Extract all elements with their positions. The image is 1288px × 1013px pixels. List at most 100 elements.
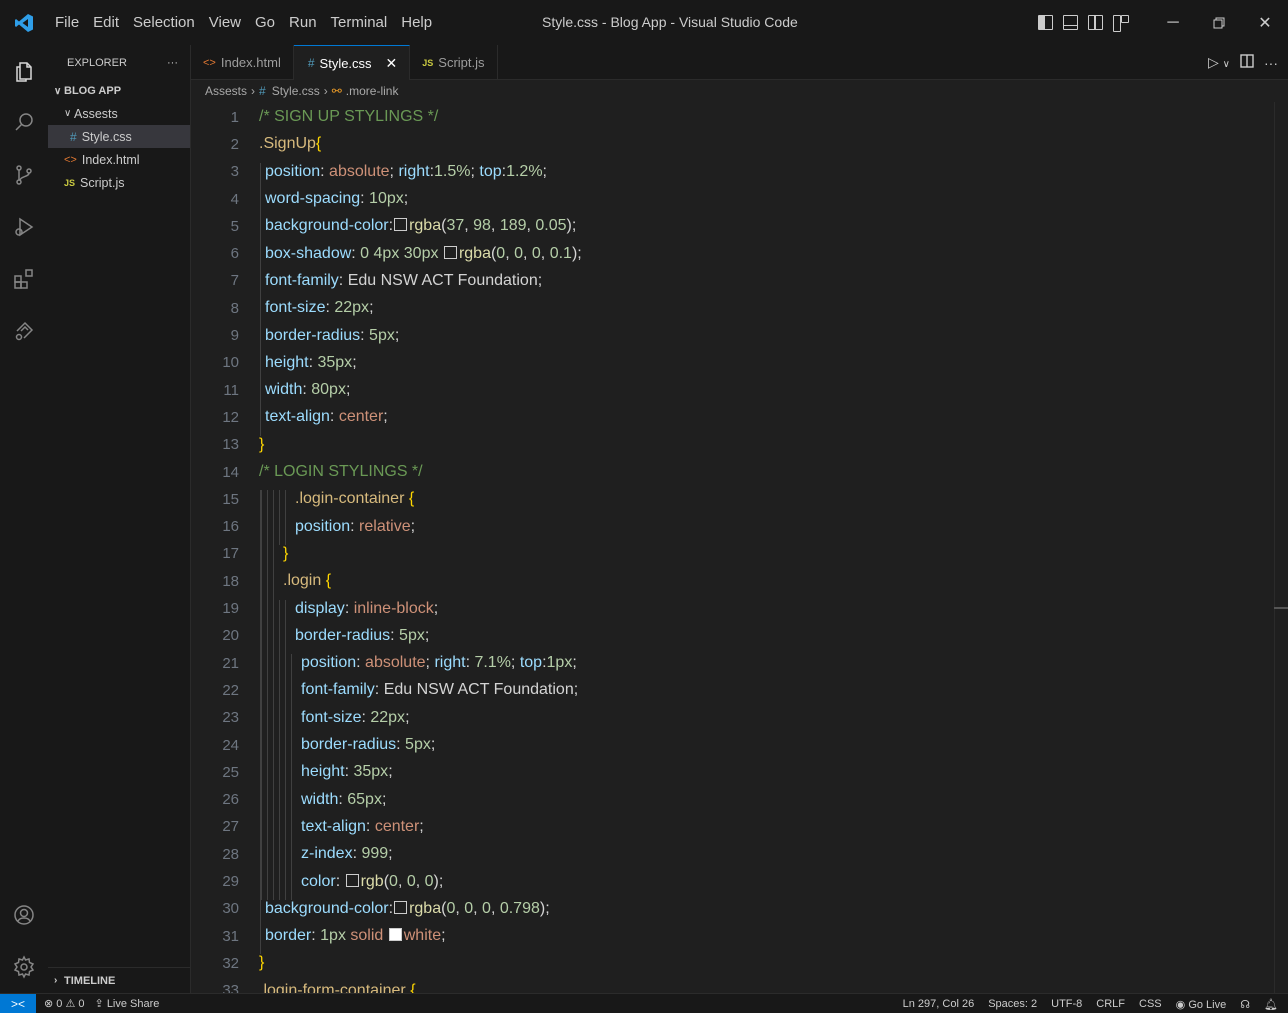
toggle-secondary-sidebar-icon[interactable] — [1088, 15, 1103, 30]
tree-folder-assests[interactable]: ∨ Assests — [48, 102, 190, 125]
split-editor-icon[interactable] — [1240, 54, 1254, 71]
code-line[interactable]: 23 font-size: 22px; — [191, 704, 1288, 737]
code-line[interactable]: 33 .login-form-container { — [191, 977, 1288, 993]
code-line[interactable]: 20 border-radius: 5px; — [191, 622, 1288, 655]
menu-edit[interactable]: Edit — [86, 0, 126, 45]
live-share-button[interactable]: ⇪ Live Share — [95, 997, 160, 1010]
code-line[interactable]: 30 background-color: rgba(0, 0, 0, 0.798); — [191, 895, 1288, 928]
code-line[interactable]: 12 text-align: center; — [191, 404, 1288, 436]
vscode-logo-icon[interactable] — [0, 0, 48, 45]
code-text: border-radius: 5px; — [259, 326, 399, 354]
close-window-button[interactable]: ✕ — [1242, 0, 1288, 45]
code-line[interactable]: 29 color: rgb(0, 0, 0); — [191, 868, 1288, 900]
remote-indicator[interactable]: >< — [0, 993, 36, 1013]
language-mode[interactable]: CSS — [1139, 998, 1162, 1010]
color-swatch[interactable] — [443, 245, 457, 259]
code-line[interactable]: 9 border-radius: 5px; — [191, 322, 1288, 354]
code-line[interactable]: 2 .SignUp{ — [191, 131, 1288, 158]
code-line[interactable]: 16 position: relative; — [191, 513, 1288, 545]
project-folder[interactable]: ∨ BLOG APP — [48, 80, 190, 102]
code-line[interactable]: 14 /* LOGIN STYLINGS */ — [191, 458, 1288, 485]
tree-file-style-css[interactable]: # Style.css — [48, 125, 190, 148]
breadcrumb-symbol[interactable]: .more-link — [346, 84, 399, 98]
close-tab-icon[interactable]: ✕ — [386, 55, 398, 72]
code-line[interactable]: 10 height: 35px; — [191, 349, 1288, 382]
menu-file[interactable]: File — [48, 0, 86, 45]
token-num: 1px — [546, 654, 573, 672]
code-line[interactable]: 22 font-family: Edu NSW ACT Foundation; — [191, 677, 1288, 709]
tree-file-script-js[interactable]: JS Script.js — [48, 171, 190, 194]
code-line[interactable]: 8 font-size: 22px; — [191, 295, 1288, 327]
code-line[interactable]: 11 width: 80px; — [191, 377, 1288, 409]
color-swatch[interactable] — [394, 218, 408, 232]
color-swatch[interactable] — [388, 928, 402, 942]
extensions-icon[interactable] — [0, 253, 48, 305]
problems-indicator[interactable]: ⊗ 0 ⚠ 0 — [44, 997, 85, 1010]
go-live-button[interactable]: ◉ Go Live — [1176, 998, 1227, 1011]
menu-help[interactable]: Help — [394, 0, 439, 45]
encoding[interactable]: UTF-8 — [1051, 998, 1082, 1010]
customize-layout-icon[interactable] — [1113, 15, 1129, 32]
explorer-more-actions[interactable]: ··· — [167, 57, 178, 69]
minimize-button[interactable]: ─ — [1150, 0, 1196, 45]
notifications-bell-icon[interactable]: 🔔︎ — [1264, 998, 1278, 1011]
end-of-line[interactable]: CRLF — [1096, 998, 1125, 1010]
menu-go[interactable]: Go — [248, 0, 282, 45]
color-swatch[interactable] — [345, 873, 359, 887]
code-line[interactable]: 15 .login-container { — [191, 486, 1288, 518]
feedback-icon[interactable]: ☊ — [1240, 998, 1250, 1011]
token-num: 1.2% — [506, 162, 543, 180]
code-line[interactable]: 13} — [191, 431, 1288, 458]
search-icon[interactable] — [0, 97, 48, 149]
menu-selection[interactable]: Selection — [126, 0, 202, 45]
run-debug-icon[interactable] — [0, 201, 48, 253]
line-number: 5 — [230, 217, 239, 235]
code-line[interactable]: 1 /* SIGN UP STYLINGS */ — [191, 104, 1288, 131]
code-line[interactable]: 21 position: absolute; right: 7.1%; top:1… — [191, 650, 1288, 682]
code-line[interactable]: 6 box-shadow: 0 4px 30px rgba(0, 0, 0, 0.… — [191, 240, 1288, 272]
explorer-icon[interactable] — [0, 45, 48, 97]
code-line[interactable]: 28 z-index: 999; — [191, 841, 1288, 873]
indentation[interactable]: Spaces: 2 — [988, 998, 1037, 1010]
more-actions-icon[interactable]: ··· — [1264, 55, 1278, 71]
code-line[interactable]: 5 background-color: rgba(37, 98, 189, 0.05… — [191, 213, 1288, 245]
cursor-position[interactable]: Ln 297, Col 26 — [903, 998, 975, 1010]
vertical-scrollbar[interactable] — [1274, 102, 1288, 993]
breadcrumb-file[interactable]: Style.css — [272, 84, 320, 98]
source-control-icon[interactable] — [0, 149, 48, 201]
code-line[interactable]: 32} — [191, 950, 1288, 977]
tab-script-js[interactable]: JS Script.js — [410, 45, 498, 80]
color-swatch[interactable] — [394, 900, 408, 914]
menu-view[interactable]: View — [202, 0, 248, 45]
timeline-section[interactable]: › TIMELINE — [48, 967, 191, 993]
code-line[interactable]: 26 width: 65px; — [191, 786, 1288, 818]
menu-run[interactable]: Run — [282, 0, 324, 45]
code-line[interactable]: 17} — [191, 540, 1288, 573]
toggle-primary-sidebar-icon[interactable] — [1038, 15, 1053, 30]
token-prop: background-color — [265, 217, 389, 235]
tree-file-index-html[interactable]: <> Index.html — [48, 148, 190, 171]
toggle-panel-icon[interactable] — [1063, 15, 1078, 30]
code-line[interactable]: 27 text-align: center; — [191, 813, 1288, 846]
run-play-icon[interactable]: ▷ ∨ — [1208, 54, 1230, 71]
token-txt: : — [365, 817, 375, 835]
code-line[interactable]: 19 display: inline-block; — [191, 595, 1288, 627]
breadcrumb-folder[interactable]: Assests — [205, 84, 247, 98]
tab-index-html[interactable]: <> Index.html — [191, 45, 294, 80]
code-line[interactable]: 31 border: 1px solid white; — [191, 923, 1288, 955]
code-line[interactable]: 25 height: 35px; — [191, 759, 1288, 791]
remote-explorer-icon[interactable] — [0, 305, 48, 357]
code-editor[interactable]: 1/* SIGN UP STYLINGS */2 .SignUp{3 positio… — [191, 102, 1288, 993]
restore-button[interactable] — [1196, 0, 1242, 45]
code-line[interactable]: 3 position: absolute; right:1.5%; top:1.2… — [191, 158, 1288, 191]
tab-style-css[interactable]: # Style.css ✕ — [293, 45, 411, 80]
menu-terminal[interactable]: Terminal — [324, 0, 395, 45]
code-line[interactable]: 7 font-family: Edu NSW ACT Foundation; — [191, 267, 1288, 300]
token-txt: , — [415, 872, 425, 890]
token-txt: : — [360, 190, 370, 208]
code-line[interactable]: 18 .login { — [191, 568, 1288, 600]
settings-gear-icon[interactable] — [0, 941, 48, 993]
code-line[interactable]: 4 word-spacing: 10px; — [191, 185, 1288, 218]
code-line[interactable]: 24 border-radius: 5px; — [191, 731, 1288, 764]
accounts-icon[interactable] — [0, 889, 48, 941]
